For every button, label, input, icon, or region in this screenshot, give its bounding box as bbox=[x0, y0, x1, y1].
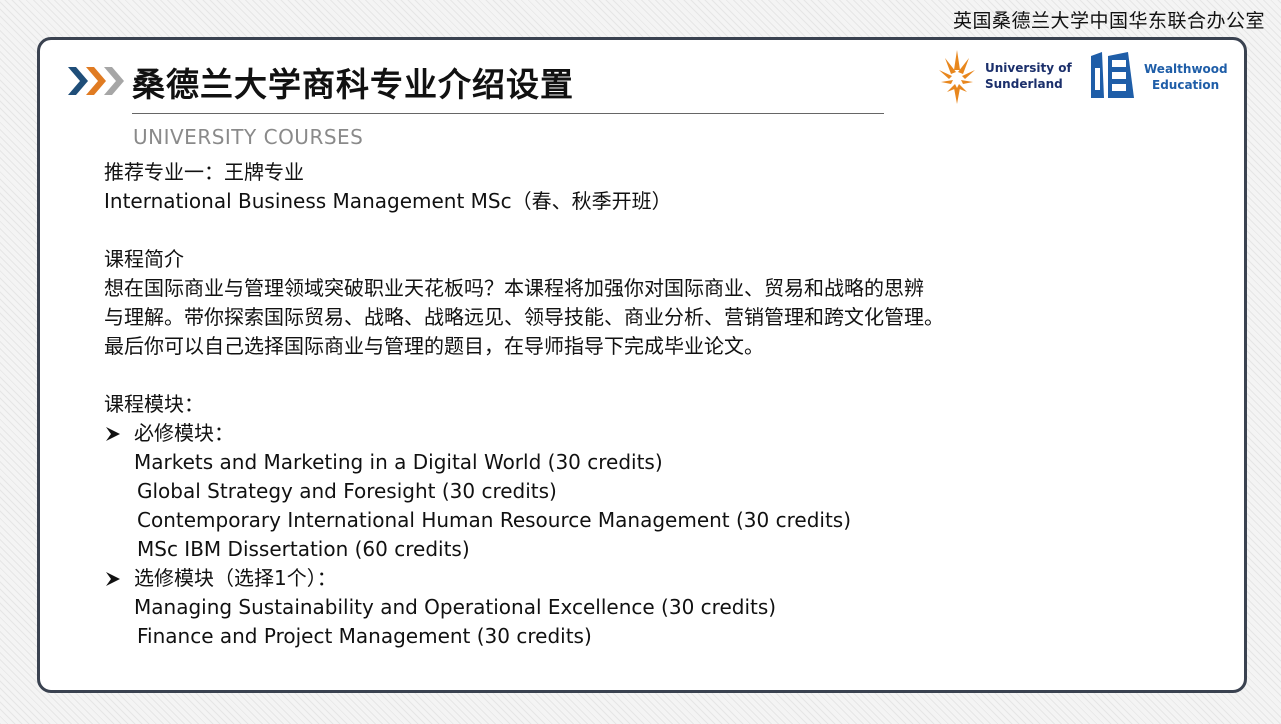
program-name: International Business Management MSc（春、… bbox=[104, 189, 672, 213]
wealthwood-logo-line1: Wealthwood bbox=[1144, 62, 1228, 76]
required-modules-label: 必修模块： bbox=[134, 421, 234, 445]
wealthwood-emblem-icon bbox=[1091, 52, 1134, 98]
sunderland-logo-line2: Sunderland bbox=[985, 77, 1063, 91]
elective-module-item: Managing Sustainability and Operational … bbox=[134, 595, 777, 619]
required-module-item: Global Strategy and Foresight (30 credit… bbox=[137, 479, 557, 503]
page-title: 桑德兰大学商科专业介绍设置 bbox=[132, 65, 574, 104]
page-subtitle: UNIVERSITY COURSES bbox=[133, 125, 364, 149]
intro-line: 最后你可以自己选择国际商业与管理的题目，在导师指导下完成毕业论文。 bbox=[104, 334, 764, 358]
wealthwood-logo: Wealthwood Education bbox=[1091, 52, 1228, 98]
sunderland-logo-line1: University of bbox=[985, 61, 1073, 75]
sunburst-icon bbox=[939, 50, 975, 104]
elective-modules-label: 选修模块（选择1个）： bbox=[134, 566, 337, 590]
wealthwood-logo-line2: Education bbox=[1152, 78, 1219, 92]
arrow-bullet-icon bbox=[106, 571, 120, 586]
intro-heading: 课程简介 bbox=[104, 247, 184, 271]
modules-heading: 课程模块： bbox=[104, 392, 204, 416]
course-content: 推荐专业一：王牌专业 International Business Manage… bbox=[104, 158, 1204, 651]
required-modules-bullet: 必修模块： bbox=[104, 419, 1204, 448]
office-label: 英国桑德兰大学中国华东联合办公室 bbox=[952, 10, 1265, 32]
required-module-item: MSc IBM Dissertation (60 credits) bbox=[137, 537, 470, 561]
required-module-item: Contemporary International Human Resourc… bbox=[137, 508, 852, 532]
intro-line: 想在国际商业与管理领域突破职业天花板吗？本课程将加强你对国际商业、贸易和战略的思… bbox=[104, 276, 924, 300]
slide-card: 桑德兰大学商科专业介绍设置 UNIVERSITY COURSES Univers… bbox=[37, 37, 1247, 693]
sunderland-logo: University of Sunderland bbox=[939, 50, 1073, 104]
elective-modules-bullet: 选修模块（选择1个）： bbox=[104, 564, 1204, 593]
recommend-heading: 推荐专业一：王牌专业 bbox=[104, 160, 304, 184]
arrow-bullet-icon bbox=[106, 426, 120, 441]
title-divider bbox=[132, 113, 884, 114]
required-module-item: Markets and Marketing in a Digital World… bbox=[134, 450, 663, 474]
intro-line: 与理解。带你探索国际贸易、战略、战略远见、领导技能、商业分析、营销管理和跨文化管… bbox=[104, 305, 944, 329]
chevron-arrows-icon bbox=[68, 67, 124, 95]
elective-module-item: Finance and Project Management (30 credi… bbox=[137, 624, 592, 648]
